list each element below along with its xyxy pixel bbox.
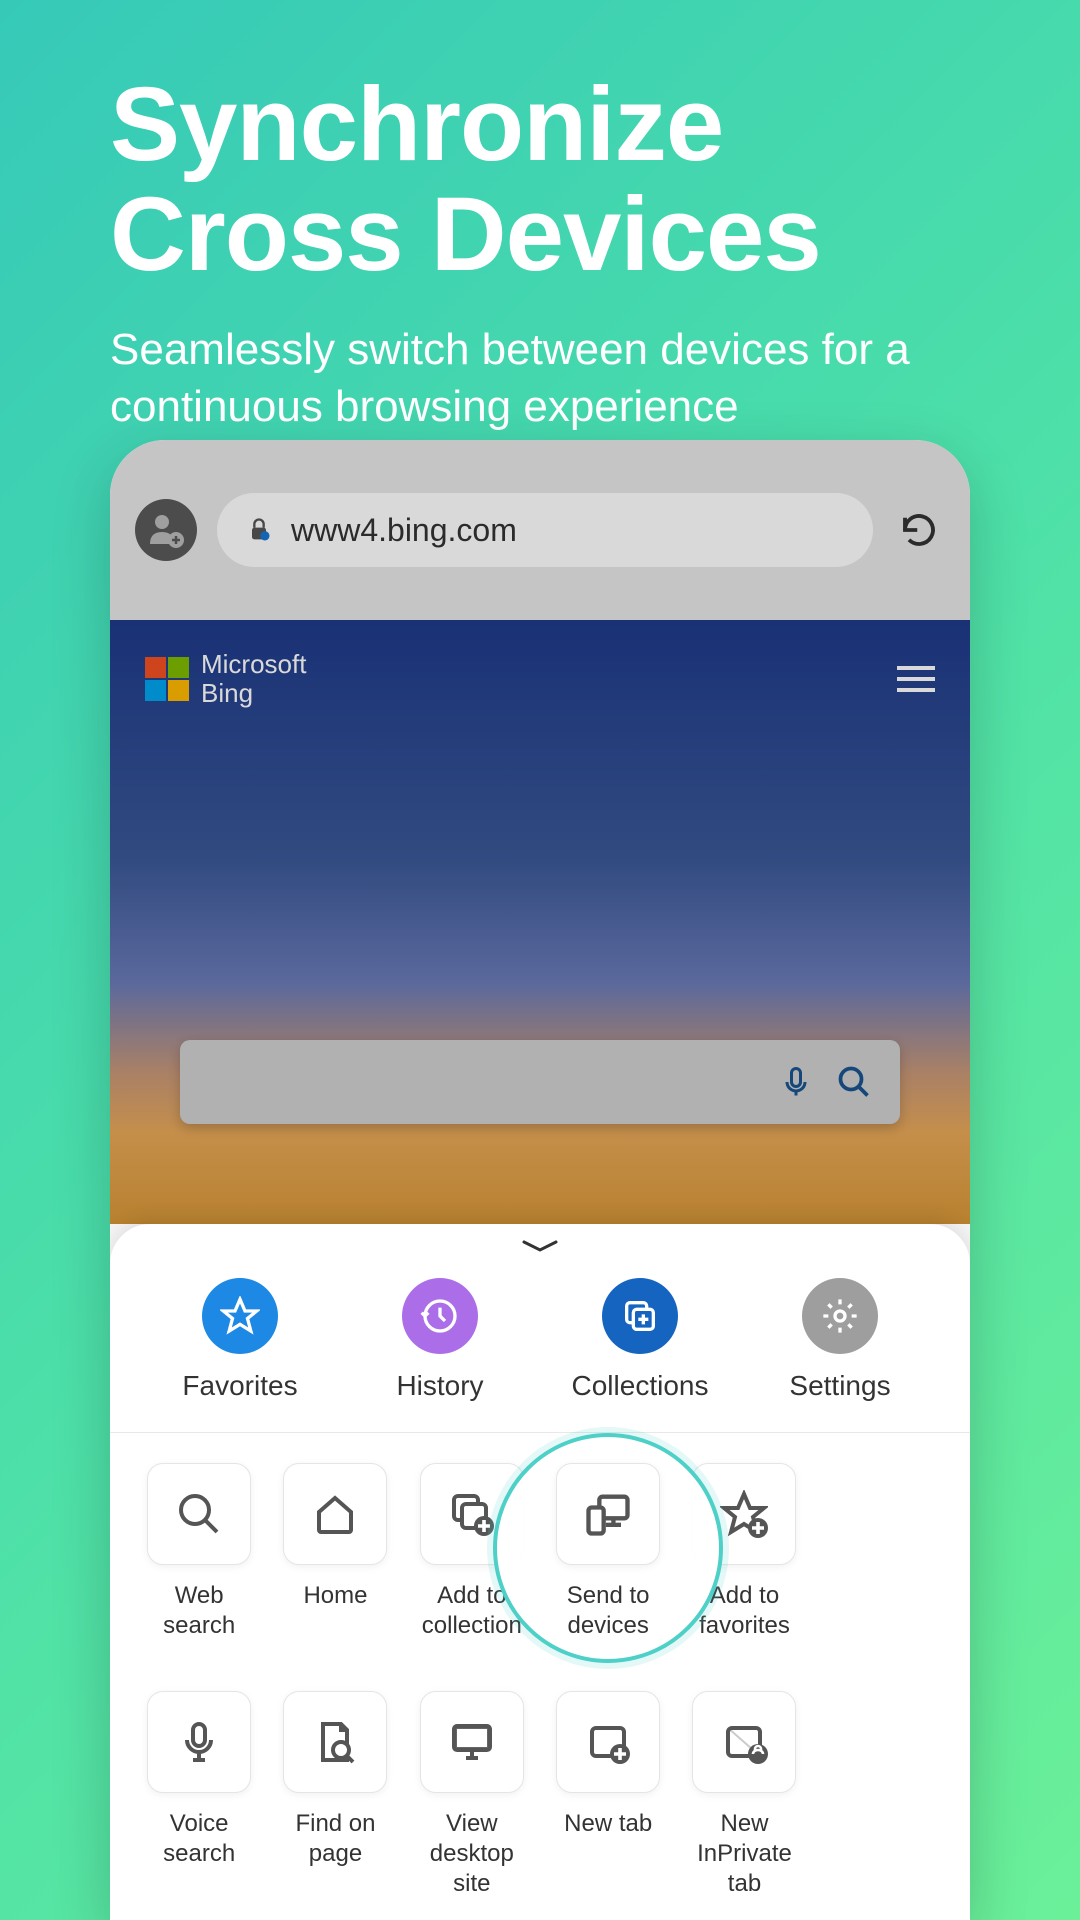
bing-search-box[interactable] xyxy=(180,1040,900,1124)
action-voice-search[interactable]: Voice search xyxy=(140,1691,258,1899)
action-label: Home xyxy=(303,1581,367,1641)
hamburger-menu[interactable] xyxy=(897,666,935,692)
action-new-tab[interactable]: New tab xyxy=(549,1691,667,1899)
collections-icon xyxy=(602,1278,678,1354)
action-inprivate-tab[interactable]: New InPrivate tab xyxy=(685,1691,803,1899)
search-icon[interactable] xyxy=(836,1064,872,1100)
logo-line2: Bing xyxy=(201,679,306,708)
history-icon xyxy=(402,1278,478,1354)
lock-icon xyxy=(245,516,273,544)
bing-logo-text: Microsoft Bing xyxy=(201,650,306,707)
promo-heading: Synchronize Cross Devices Seamlessly swi… xyxy=(110,70,970,435)
promo-subtitle: Seamlessly switch between devices for a … xyxy=(110,321,970,435)
url-text: www4.bing.com xyxy=(291,512,517,549)
quick-settings[interactable]: Settings xyxy=(765,1278,915,1402)
browser-top-bar: www4.bing.com xyxy=(110,440,970,620)
bing-logo[interactable]: Microsoft Bing xyxy=(145,650,306,707)
action-label: View desktop site xyxy=(413,1809,531,1899)
star-icon xyxy=(202,1278,278,1354)
quick-label: Collections xyxy=(572,1370,709,1402)
action-label: Web search xyxy=(140,1581,258,1641)
action-home[interactable]: Home xyxy=(276,1463,394,1641)
add-collection-icon xyxy=(448,1490,496,1538)
profile-avatar[interactable] xyxy=(135,499,197,561)
quick-label: Favorites xyxy=(182,1370,297,1402)
send-devices-icon xyxy=(582,1488,634,1540)
desktop-icon xyxy=(448,1718,496,1766)
action-label: Voice search xyxy=(140,1809,258,1869)
home-icon xyxy=(311,1490,359,1538)
action-grid: Web search Home Add to collection Send t… xyxy=(110,1433,970,1920)
refresh-button[interactable] xyxy=(893,504,945,556)
mic-icon xyxy=(175,1718,223,1766)
phone-mockup: www4.bing.com Microsoft Bing xyxy=(110,440,970,1920)
search-icon xyxy=(175,1490,223,1538)
inprivate-icon xyxy=(720,1718,768,1766)
sheet-handle[interactable] xyxy=(110,1224,970,1260)
microsoft-logo-icon xyxy=(145,657,189,701)
action-label: New tab xyxy=(564,1809,652,1869)
action-find-page[interactable]: Find on page xyxy=(276,1691,394,1899)
bottom-sheet: Favorites History Collections Settings xyxy=(110,1224,970,1920)
mic-icon[interactable] xyxy=(778,1064,814,1100)
quick-label: History xyxy=(396,1370,483,1402)
new-tab-icon xyxy=(584,1718,632,1766)
add-favorite-icon xyxy=(720,1490,768,1538)
action-web-search[interactable]: Web search xyxy=(140,1463,258,1641)
quick-history[interactable]: History xyxy=(365,1278,515,1402)
person-add-icon xyxy=(146,510,186,550)
bing-header: Microsoft Bing xyxy=(110,620,970,737)
quick-favorites[interactable]: Favorites xyxy=(165,1278,315,1402)
quick-collections[interactable]: Collections xyxy=(565,1278,715,1402)
refresh-icon xyxy=(898,509,940,551)
chevron-down-icon xyxy=(520,1238,560,1254)
promo-title: Synchronize Cross Devices xyxy=(110,70,970,291)
action-desktop-site[interactable]: View desktop site xyxy=(413,1691,531,1899)
action-send-devices[interactable]: Send to devices xyxy=(549,1463,667,1641)
address-bar[interactable]: www4.bing.com xyxy=(217,493,873,567)
find-page-icon xyxy=(311,1718,359,1766)
action-label: Find on page xyxy=(276,1809,394,1869)
page-content: Microsoft Bing xyxy=(110,620,970,1224)
quick-label: Settings xyxy=(789,1370,890,1402)
logo-line1: Microsoft xyxy=(201,650,306,679)
quick-actions-row: Favorites History Collections Settings xyxy=(110,1260,970,1433)
action-label: Send to devices xyxy=(549,1581,667,1641)
action-label: New InPrivate tab xyxy=(685,1809,803,1899)
gear-icon xyxy=(802,1278,878,1354)
